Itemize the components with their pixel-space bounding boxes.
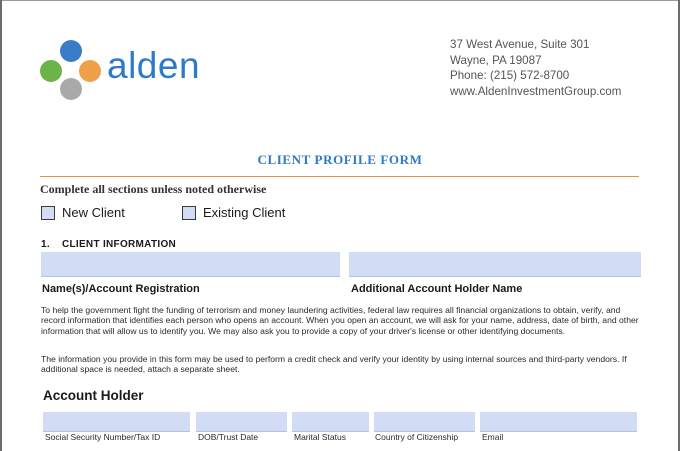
section-heading-client-information: 1. CLIENT INFORMATION <box>41 239 176 250</box>
marital-status-label: Marital Status <box>294 432 346 442</box>
company-address-block: 37 West Avenue, Suite 301 Wayne, PA 1908… <box>450 37 621 99</box>
new-client-checkbox-box[interactable] <box>41 205 55 220</box>
credit-check-notice: The information you provide in this form… <box>41 354 627 375</box>
new-client-checkbox[interactable]: New Client <box>41 205 125 220</box>
additional-account-holder-name-label: Additional Account Holder Name <box>351 283 523 295</box>
dob-trust-date-field[interactable] <box>196 412 287 432</box>
company-website[interactable]: www.AldenInvestmentGroup.com <box>450 84 621 100</box>
form-title: CLIENT PROFILE FORM <box>257 152 423 167</box>
section-number: 1. <box>41 239 50 250</box>
existing-client-label: Existing Client <box>203 205 286 220</box>
existing-client-checkbox[interactable]: Existing Client <box>182 205 285 220</box>
address-line-1: 37 West Avenue, Suite 301 <box>450 38 590 51</box>
company-logo-mark <box>40 40 102 100</box>
form-subtitle: Complete all sections unless noted other… <box>40 182 267 196</box>
marital-status-field[interactable] <box>292 412 369 432</box>
logo-dot-orange <box>79 60 101 82</box>
additional-account-holder-name-field[interactable] <box>349 252 641 277</box>
logo-dot-gray <box>60 78 82 100</box>
existing-client-checkbox-box[interactable] <box>182 205 196 220</box>
address-line-2: Wayne, PA 19087 <box>450 53 542 67</box>
email-label: Email <box>482 432 504 442</box>
ssn-tax-id-field[interactable] <box>43 412 190 432</box>
account-holder-heading: Account Holder <box>43 388 144 403</box>
patriot-act-notice: To help the government fight the funding… <box>41 305 639 336</box>
section-title: CLIENT INFORMATION <box>61 239 177 250</box>
dob-trust-date-label: DOB/Trust Date <box>198 432 259 442</box>
country-of-citizenship-label: Country of Citizenship <box>375 432 459 442</box>
email-field[interactable] <box>480 412 637 432</box>
page-border-left <box>0 0 2 451</box>
ssn-tax-id-label: Social Security Number/Tax ID <box>45 432 161 442</box>
logo-dot-blue <box>60 40 82 62</box>
account-registration-name-label: Name(s)/Account Registration <box>42 283 200 295</box>
page-border-top <box>0 0 680 1</box>
country-of-citizenship-field[interactable] <box>374 412 475 432</box>
logo-dot-green <box>40 60 62 82</box>
company-logo-text: alden <box>107 45 201 86</box>
account-registration-name-field[interactable] <box>41 252 340 277</box>
title-divider <box>40 176 639 177</box>
new-client-label: New Client <box>62 205 125 220</box>
company-phone: Phone: (215) 572-8700 <box>450 69 570 82</box>
